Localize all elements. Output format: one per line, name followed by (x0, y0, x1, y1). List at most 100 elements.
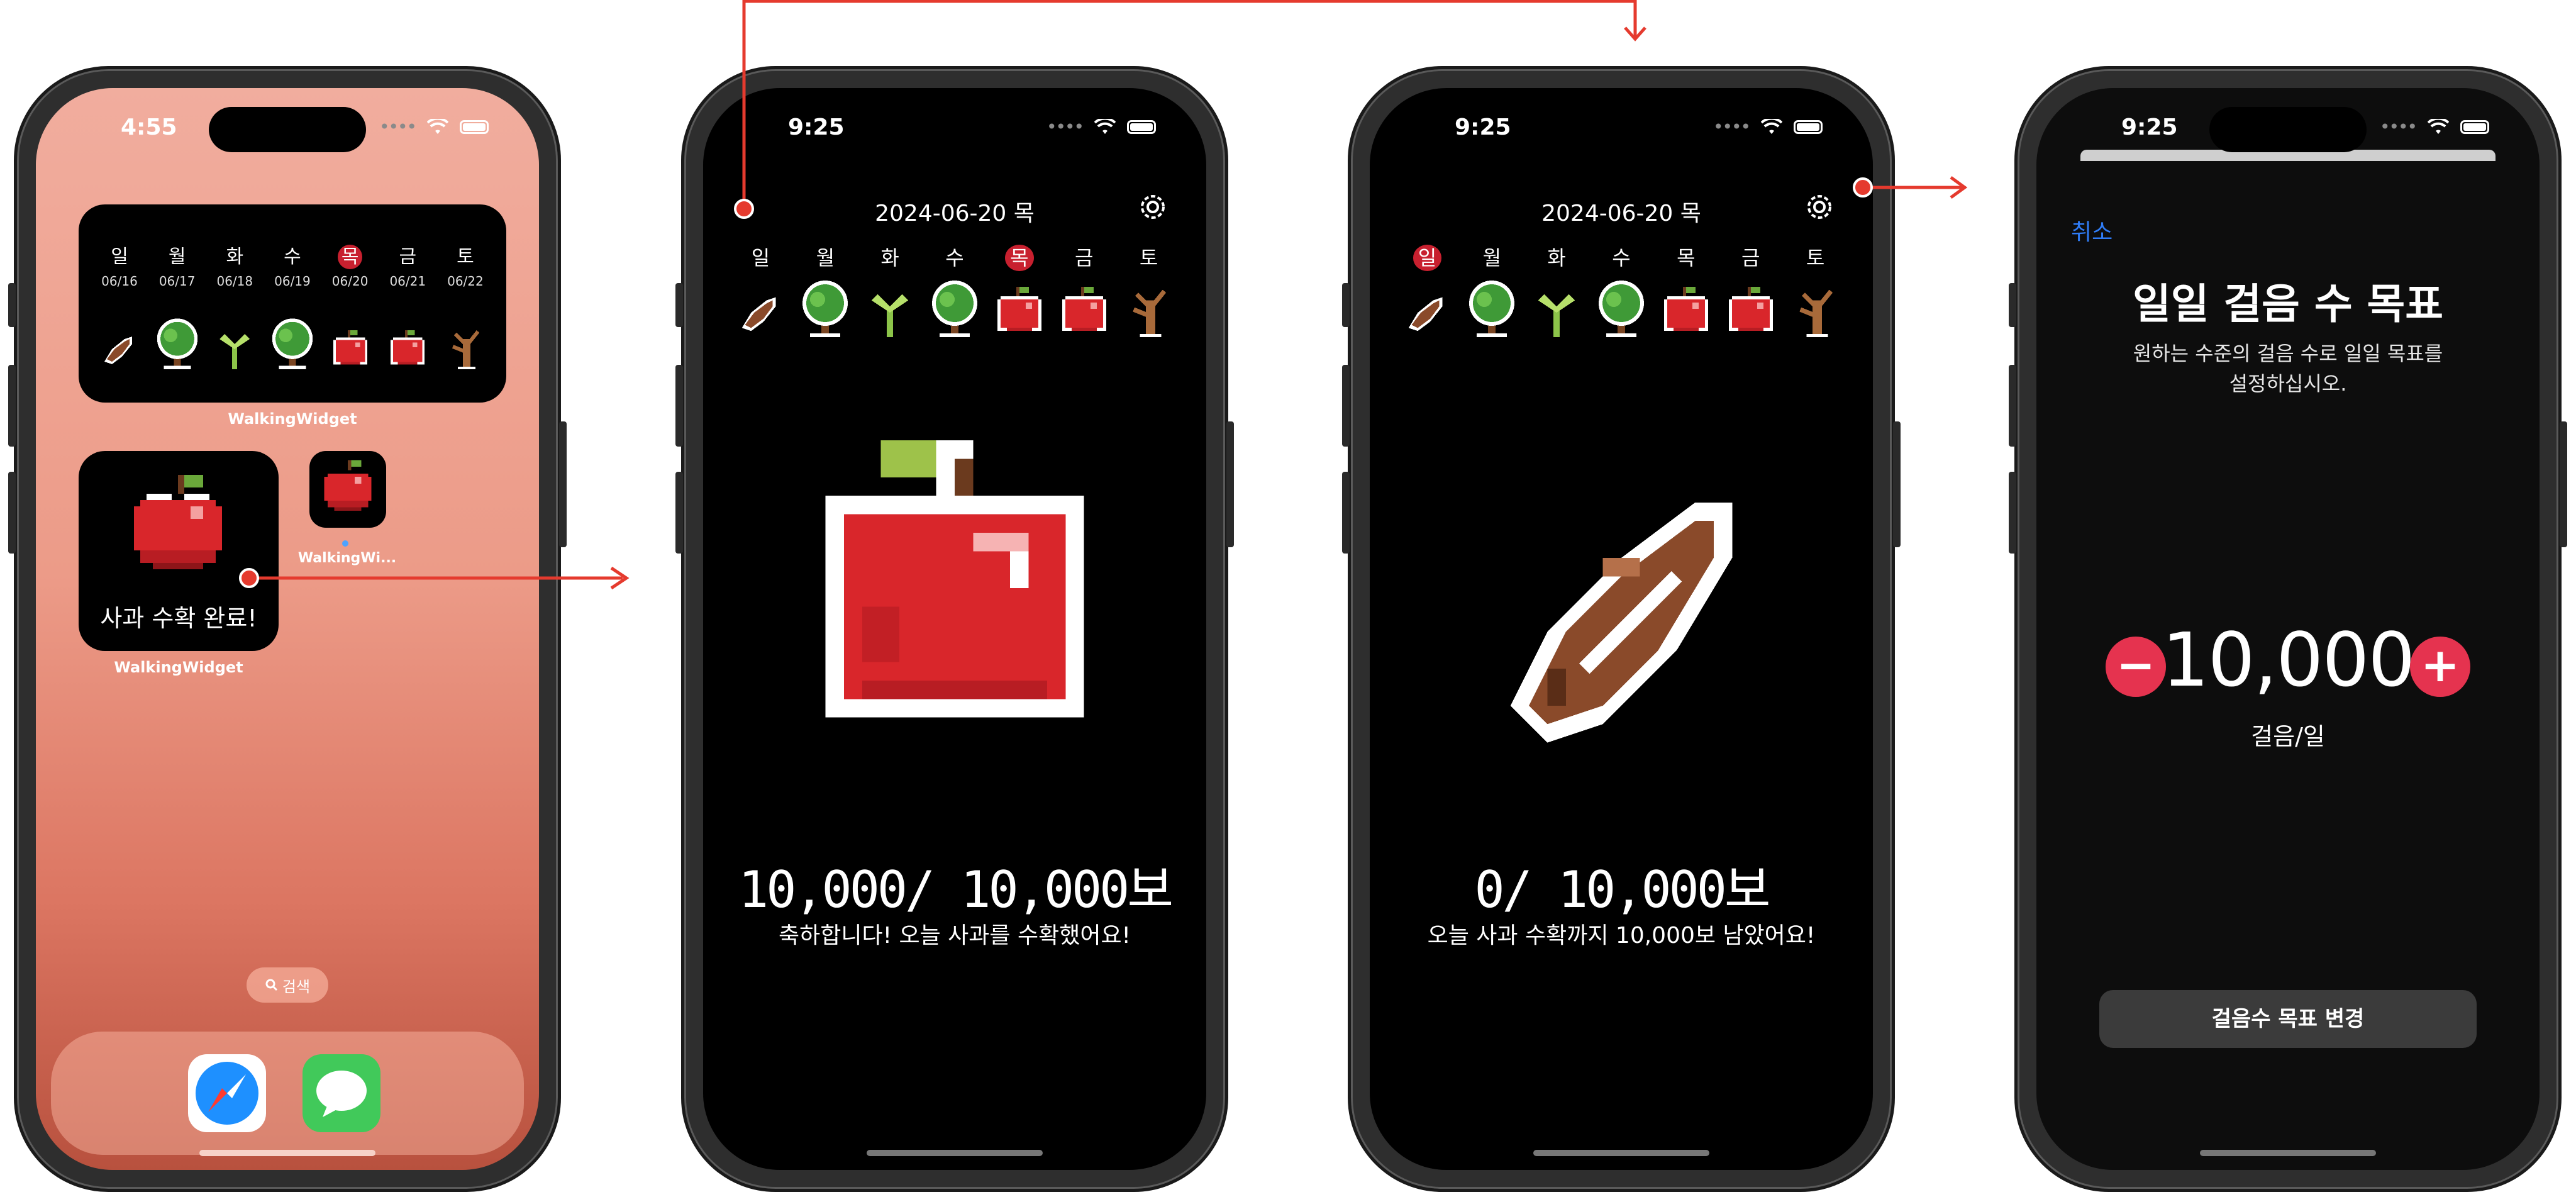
day-tab-5[interactable]: 금 (1718, 242, 1783, 271)
widget-day-6: 토 06/22 (437, 241, 494, 289)
tree-icon (1469, 281, 1515, 337)
day-name: 월 (168, 246, 186, 268)
harvest-widget[interactable]: 사과 수확 완료! (79, 451, 279, 651)
phone-app-start: 9:25 •••• 2024-06-20 목 일월화수목금토 0/ 10,000… (1342, 66, 1901, 1192)
safari-icon[interactable] (188, 1054, 266, 1132)
day-tab-4[interactable]: 목 (1653, 242, 1718, 271)
day-tab-0[interactable]: 일 (1395, 242, 1460, 271)
widget-day-5: 금 06/21 (379, 241, 436, 289)
signal-icon: •••• (2379, 116, 2418, 137)
apple-icon (1728, 287, 1773, 331)
wifi-icon (1094, 119, 1116, 134)
day-sprite-3[interactable] (923, 277, 987, 337)
phone-home-screen: 4:55 •••• 일 06/16 월 06/17 화 06/18 수 06/19 목 06/20… (8, 66, 567, 1192)
apple-icon (333, 330, 367, 365)
settings-title: 일일 걸음 수 목표 (2133, 280, 2443, 328)
week-widget[interactable]: 일 06/16 월 06/17 화 06/18 수 06/19 목 06/20 금 06/21 토 06/… (79, 204, 506, 403)
apple-icon (324, 460, 372, 511)
sprout-icon (219, 334, 250, 369)
phone-goal-settings: 9:25 •••• 취소 일일 걸음 수 목표 원하는 수준의 걸음 수로 일일… (2009, 66, 2567, 1192)
apple-icon (997, 287, 1041, 331)
day-name: 목 (337, 245, 363, 269)
status-time: 9:25 (788, 114, 845, 140)
widget-day-sprite (91, 329, 148, 369)
day-sprite-1[interactable] (793, 277, 858, 337)
day-date: 06/21 (389, 274, 426, 289)
widget-day-sprite (437, 329, 494, 369)
day-tab-0[interactable]: 일 (728, 242, 793, 271)
day-sprite-4[interactable] (1653, 287, 1718, 337)
step-count: 0/ 10,000보 (1474, 860, 1770, 919)
status-message: 축하합니다! 오늘 사과를 수확했어요! (779, 923, 1131, 949)
battery-icon (1794, 120, 1823, 134)
day-date: 06/18 (216, 274, 253, 289)
battery-icon (2460, 120, 2489, 134)
day-tab-5[interactable]: 금 (1052, 242, 1116, 271)
day-tab-2[interactable]: 화 (1524, 242, 1589, 271)
apple-icon (391, 330, 425, 365)
widget-day-sprite (149, 315, 206, 369)
widget-day-sprite (206, 329, 263, 369)
day-sprite-0[interactable] (1395, 288, 1460, 337)
battery-icon (1127, 120, 1156, 134)
cancel-button[interactable]: 취소 (2071, 214, 2112, 247)
apple-icon (134, 475, 222, 569)
small-widget[interactable] (309, 451, 386, 528)
widget-day-sprite (264, 315, 321, 369)
day-tab-1[interactable]: 월 (1460, 242, 1524, 271)
canvas: 4:55 •••• 일 06/16 월 06/17 화 06/18 수 06/19 목 06/20… (0, 0, 2576, 1197)
widget-day-4: 목 06/20 (322, 241, 379, 289)
day-tab-4[interactable]: 목 (987, 242, 1052, 271)
day-sprite-5[interactable] (1052, 287, 1116, 337)
dock (51, 1032, 524, 1155)
wifi-icon (427, 119, 448, 134)
day-sprite-1[interactable] (1460, 277, 1524, 337)
status-time: 9:25 (2121, 114, 2178, 140)
day-tab-6[interactable]: 토 (1783, 242, 1848, 271)
signal-icon: •••• (1046, 116, 1084, 137)
widget-day-3: 수 06/19 (264, 241, 321, 289)
sprout-icon (871, 294, 909, 337)
day-sprite-3[interactable] (1589, 277, 1654, 337)
day-sprite-6[interactable] (1783, 288, 1848, 337)
gear-icon[interactable] (1804, 191, 1835, 223)
signal-icon: •••• (1713, 116, 1751, 137)
day-sprite-0[interactable] (728, 288, 793, 337)
harvest-widget-text: 사과 수확 완료! (100, 604, 257, 632)
search-button[interactable]: 검색 (247, 967, 328, 1003)
goal-stepper: − 10,000 + (2036, 616, 2540, 717)
widget-day-sprite (322, 330, 379, 369)
phone-app-harvested: 9:25 •••• 2024-06-20 목 일월화수목금토 10,000/ 1… (675, 66, 1234, 1192)
day-sprite-4[interactable] (987, 287, 1052, 337)
increment-button[interactable]: + (2410, 637, 2470, 697)
day-tab-2[interactable]: 화 (858, 242, 923, 271)
day-sprite-2[interactable] (858, 288, 923, 337)
messages-icon[interactable] (303, 1054, 380, 1132)
day-name: 화 (226, 246, 244, 268)
day-sprite-6[interactable] (1116, 288, 1181, 337)
widget-day-0: 일 06/16 (91, 241, 148, 289)
day-sprite-2[interactable] (1524, 288, 1589, 337)
day-tab-3[interactable]: 수 (1589, 242, 1654, 271)
day-tab-3[interactable]: 수 (923, 242, 987, 271)
seed-icon (742, 297, 776, 331)
small-widget-label: WalkingWi... (294, 535, 401, 566)
goal-unit: 걸음/일 (2251, 723, 2325, 750)
dead-tree-icon (1132, 289, 1166, 337)
wifi-icon (1761, 119, 1782, 134)
tree-icon (932, 281, 977, 337)
dead-tree-icon (452, 330, 480, 369)
day-sprite-5[interactable] (1718, 287, 1783, 337)
tree-icon (272, 318, 313, 369)
day-date: 06/17 (158, 274, 196, 289)
gear-icon[interactable] (1137, 191, 1169, 223)
day-tab-6[interactable]: 토 (1116, 242, 1181, 271)
widget-day-2: 화 06/18 (206, 241, 263, 289)
apple-icon (1663, 287, 1708, 331)
day-tab-1[interactable]: 월 (793, 242, 858, 271)
search-icon (265, 979, 277, 991)
change-goal-button[interactable]: 걸음수 목표 변경 (2099, 990, 2477, 1048)
step-count: 10,000/ 10,000보 (738, 860, 1174, 919)
apple-illustration (825, 440, 1084, 718)
seed-illustration (1510, 502, 1733, 743)
